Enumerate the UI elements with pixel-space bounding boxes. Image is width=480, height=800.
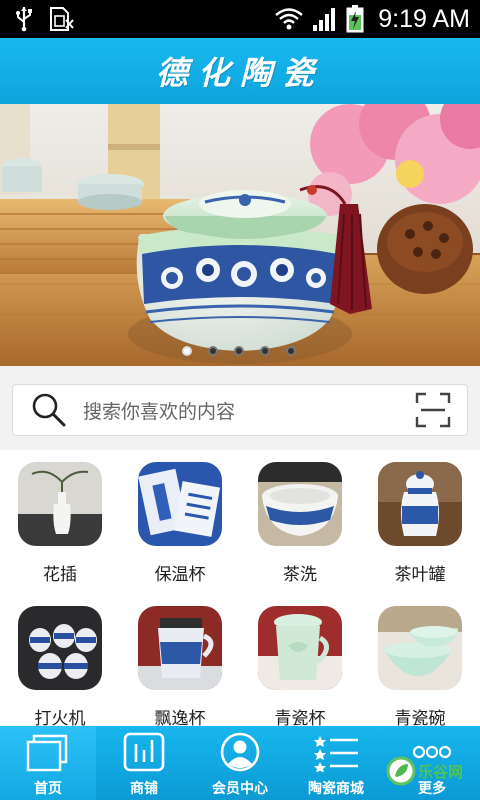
category-item[interactable]: 花插 — [0, 450, 120, 588]
tab-shop[interactable]: 商铺 — [96, 726, 192, 800]
clock: 9:19 AM — [378, 4, 470, 33]
app-screen: 9:19 AM 德化陶瓷 搜索你喜欢的内容 花插 保温杯 茶洗 茶叶罐 打火机 … — [0, 0, 480, 800]
scan-icon[interactable] — [415, 392, 451, 428]
tab-member-center[interactable]: 会员中心 — [192, 726, 288, 800]
banner-carousel[interactable] — [0, 104, 480, 366]
watermark-text: 乐谷网 — [418, 762, 464, 781]
category-image — [378, 606, 462, 690]
category-item[interactable]: 茶洗 — [240, 450, 360, 588]
category-label: 花插 — [43, 565, 77, 585]
tab-label: 首页 — [34, 781, 62, 797]
search-icon — [32, 393, 66, 427]
carousel-dot[interactable] — [182, 346, 192, 356]
category-image — [138, 606, 222, 690]
category-image — [18, 606, 102, 690]
category-item[interactable]: 茶叶罐 — [360, 450, 480, 588]
search-placeholder: 搜索你喜欢的内容 — [83, 400, 236, 423]
category-image — [378, 462, 462, 546]
category-item[interactable]: 打火机 — [0, 594, 120, 732]
carousel-dot[interactable] — [208, 346, 218, 356]
tab-label: 商铺 — [130, 781, 158, 797]
carousel-dot[interactable] — [234, 346, 244, 356]
wifi-icon — [275, 8, 304, 30]
carousel-dot[interactable] — [286, 346, 296, 356]
status-bar: 9:19 AM — [0, 0, 480, 38]
watermark: 乐谷网 — [386, 756, 463, 786]
title-bar: 德化陶瓷 — [0, 38, 480, 104]
battery-icon — [346, 5, 364, 33]
search-input[interactable]: 搜索你喜欢的内容 — [12, 384, 468, 436]
signal-icon — [313, 8, 336, 31]
tab-ceramics-mall[interactable]: 陶瓷商城 — [288, 726, 384, 800]
category-item[interactable]: 飘逸杯 — [120, 594, 240, 732]
category-label: 茶洗 — [283, 565, 317, 585]
shop-icon — [123, 732, 165, 772]
banner-image — [0, 104, 480, 366]
category-grid: 花插 保温杯 茶洗 茶叶罐 打火机 飘逸杯 青瓷杯 青瓷碗 — [0, 450, 480, 729]
list-icon — [314, 736, 358, 772]
tab-home[interactable]: 首页 — [0, 726, 96, 800]
home-icon — [26, 734, 68, 772]
category-image — [138, 462, 222, 546]
member-icon — [220, 732, 260, 772]
tab-label: 陶瓷商城 — [308, 781, 364, 797]
sim-icon — [50, 7, 74, 31]
category-item[interactable]: 青瓷杯 — [240, 594, 360, 732]
category-image — [258, 606, 342, 690]
tab-label: 会员中心 — [212, 781, 268, 797]
category-item[interactable]: 青瓷碗 — [360, 594, 480, 732]
category-item[interactable]: 保温杯 — [120, 450, 240, 588]
carousel-dot[interactable] — [260, 346, 270, 356]
leaf-logo-icon — [386, 756, 416, 786]
category-label: 保温杯 — [154, 565, 206, 585]
category-image — [18, 462, 102, 546]
search-area: 搜索你喜欢的内容 — [0, 366, 480, 450]
usb-icon — [16, 7, 32, 32]
category-label: 茶叶罐 — [394, 565, 446, 585]
app-title: 德化陶瓷 — [155, 54, 324, 92]
carousel-indicators — [182, 346, 296, 356]
category-image — [258, 462, 342, 546]
